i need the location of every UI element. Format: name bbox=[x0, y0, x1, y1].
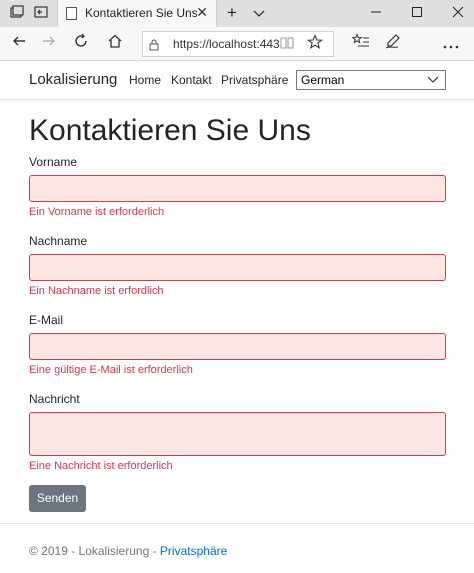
lock-icon[interactable] bbox=[149, 38, 159, 51]
site-navbar: Lokalisierung Home Kontakt Privatsphäre … bbox=[0, 62, 474, 100]
nachricht-error: Eine Nachricht ist erforderlich bbox=[29, 460, 173, 472]
vorname-label: Vorname bbox=[29, 155, 78, 169]
more-menu-icon[interactable] bbox=[440, 33, 462, 55]
footer-copyright: © 2019 - Lokalisierung - bbox=[29, 544, 160, 558]
page-title: Kontaktieren Sie Uns bbox=[29, 114, 311, 147]
tab-preview-icon[interactable] bbox=[32, 5, 50, 21]
maximize-icon[interactable] bbox=[407, 4, 427, 22]
favorites-hub-icon[interactable] bbox=[350, 33, 372, 55]
language-select[interactable]: German bbox=[296, 70, 446, 90]
nachname-error: Ein Nachname ist erfordlich bbox=[29, 285, 164, 297]
nav-link-kontakt[interactable]: Kontakt bbox=[171, 73, 212, 87]
tab-actions-icon[interactable] bbox=[8, 5, 26, 21]
forward-arrow-icon[interactable] bbox=[38, 33, 60, 55]
senden-button[interactable]: Senden bbox=[29, 485, 86, 512]
tab-close-icon[interactable]: ✕ bbox=[196, 4, 208, 21]
back-arrow-icon[interactable] bbox=[8, 33, 30, 55]
email-input[interactable] bbox=[29, 333, 446, 360]
minimize-icon[interactable] bbox=[366, 4, 386, 22]
url-text[interactable]: https://localhost:443 bbox=[173, 37, 283, 51]
nachricht-label: Nachricht bbox=[29, 392, 80, 406]
nachname-input[interactable] bbox=[29, 254, 446, 281]
refresh-icon[interactable] bbox=[70, 33, 92, 55]
tab-list-chevron-icon[interactable] bbox=[249, 4, 269, 22]
brand-link[interactable]: Lokalisierung bbox=[29, 71, 117, 88]
vorname-input[interactable] bbox=[29, 175, 446, 202]
browser-tab-active[interactable]: Kontaktieren Sie Uns - L ✕ bbox=[57, 0, 217, 27]
footer-privacy-link[interactable]: Privatsphäre bbox=[160, 544, 227, 558]
browser-tab-strip: Kontaktieren Sie Uns - L ✕ + bbox=[0, 0, 474, 27]
footer: © 2019 - Lokalisierung - Privatsphäre bbox=[0, 523, 474, 573]
language-select-value: German bbox=[301, 73, 345, 87]
vorname-error: Ein Vorname ist erforderlich bbox=[29, 206, 165, 218]
new-tab-icon[interactable]: + bbox=[222, 4, 242, 22]
reading-view-icon[interactable] bbox=[280, 37, 294, 52]
email-label: E-Mail bbox=[29, 313, 64, 327]
pen-notes-icon[interactable] bbox=[382, 33, 404, 55]
close-window-icon[interactable] bbox=[448, 4, 468, 22]
nav-link-home[interactable]: Home bbox=[129, 73, 161, 87]
email-error: Eine gültige E-Mail ist erforderlich bbox=[29, 364, 193, 376]
home-icon[interactable] bbox=[104, 33, 126, 55]
nachname-label: Nachname bbox=[29, 234, 88, 248]
page-icon bbox=[66, 7, 77, 20]
nav-link-privatsphaere[interactable]: Privatsphäre bbox=[221, 73, 288, 87]
favorite-star-icon[interactable] bbox=[306, 34, 324, 55]
nachricht-textarea[interactable] bbox=[29, 412, 446, 456]
tab-title: Kontaktieren Sie Uns - L bbox=[85, 6, 197, 20]
address-bar[interactable]: https://localhost:443 bbox=[142, 31, 334, 57]
address-toolbar: https://localhost:443 bbox=[0, 27, 474, 61]
footer-text: © 2019 - Lokalisierung - Privatsphäre bbox=[29, 544, 227, 558]
chevron-down-icon bbox=[427, 72, 439, 89]
